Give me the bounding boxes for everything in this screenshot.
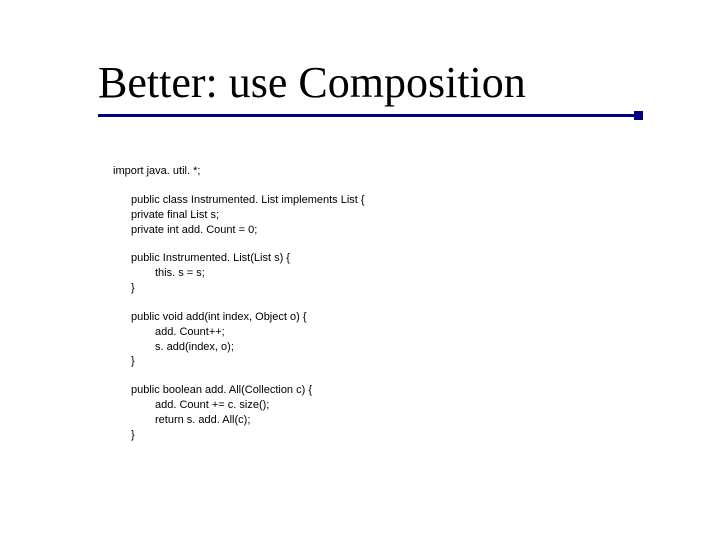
code-line: private int add. Count = 0; — [113, 223, 633, 238]
code-line: public Instrumented. List(List s) { — [113, 251, 633, 266]
title-block: Better: use Composition — [98, 60, 680, 106]
code-line: s. add(index, o); — [113, 340, 633, 355]
code-line: add. Count++; — [113, 325, 633, 340]
code-line: } — [113, 281, 633, 296]
code-blank — [113, 296, 633, 310]
code-line: this. s = s; — [113, 266, 633, 281]
code-block: import java. util. *; public class Instr… — [113, 164, 633, 443]
code-line: } — [113, 354, 633, 369]
code-line: return s. add. All(c); — [113, 413, 633, 428]
code-blank — [113, 179, 633, 193]
code-line: } — [113, 428, 633, 443]
code-line: private final List s; — [113, 208, 633, 223]
slide: Better: use Composition import java. uti… — [0, 0, 720, 540]
code-line: public class Instrumented. List implemen… — [113, 193, 633, 208]
code-line: add. Count += c. size(); — [113, 398, 633, 413]
code-line: public boolean add. All(Collection c) { — [113, 383, 633, 398]
code-line: public void add(int index, Object o) { — [113, 310, 633, 325]
slide-title: Better: use Composition — [98, 58, 526, 107]
title-accent-square — [634, 111, 643, 120]
code-line: import java. util. *; — [113, 165, 200, 177]
code-blank — [113, 237, 633, 251]
code-blank — [113, 369, 633, 383]
title-underline — [98, 114, 634, 117]
